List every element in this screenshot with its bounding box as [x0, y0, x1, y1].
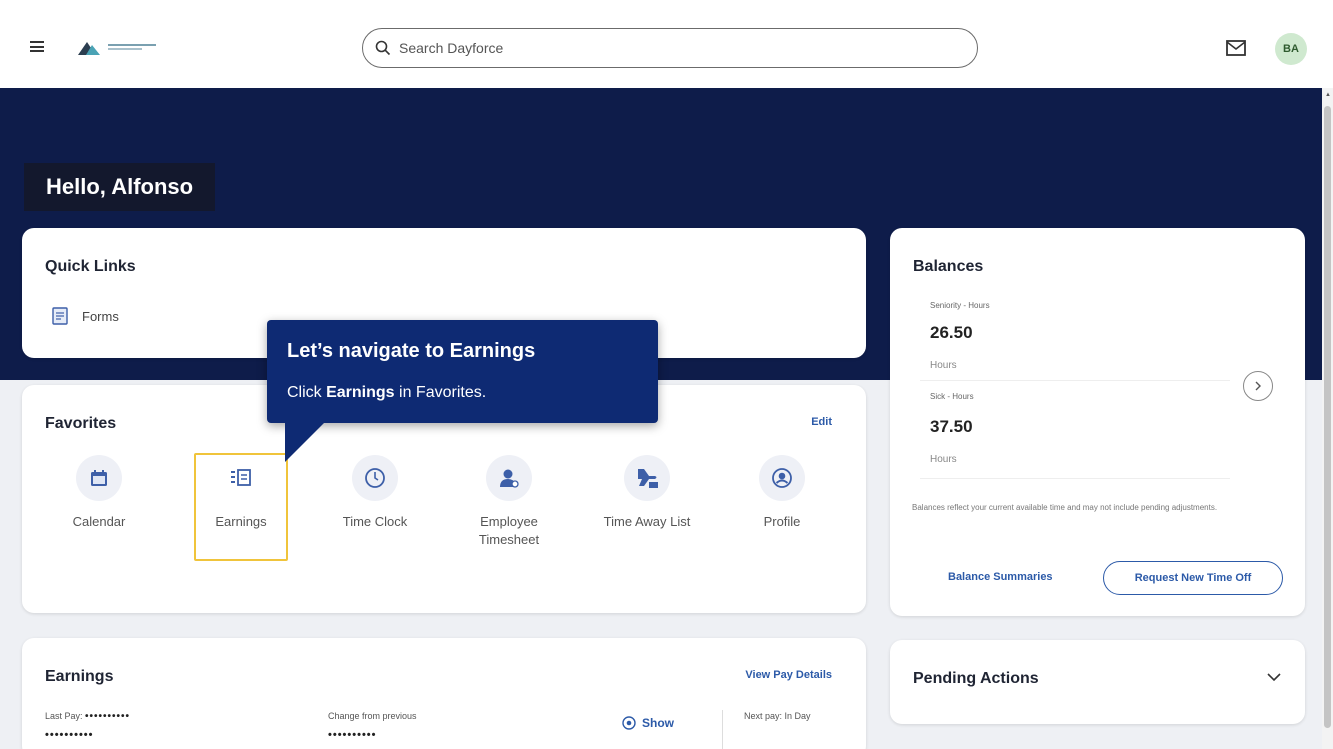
view-pay-details-link[interactable]: View Pay Details [745, 669, 832, 681]
chevron-down-icon[interactable] [1267, 672, 1281, 682]
change-from-previous-label: Change from previous [328, 711, 417, 721]
favorite-time-clock-label: Time Clock [342, 514, 408, 529]
show-earnings-button[interactable]: Show [622, 716, 674, 730]
scroll-thumb[interactable] [1324, 106, 1331, 728]
top-bar: BA [0, 0, 1333, 88]
scroll-up-icon[interactable]: ▲ [1325, 92, 1331, 98]
last-pay-amount: •••••••••• [45, 729, 94, 741]
show-earnings-label: Show [642, 716, 674, 730]
quick-links-title: Quick Links [45, 258, 136, 275]
balance-sick-value: 37.50 [930, 417, 973, 436]
last-pay-label: Last Pay: •••••••••• [45, 711, 131, 722]
favorite-time-away-list-label: Time Away List [603, 514, 691, 529]
plane-icon [638, 469, 658, 488]
hamburger-menu-icon[interactable] [30, 41, 44, 52]
next-pay-label: Next pay: In Day [744, 711, 811, 721]
mail-icon[interactable] [1226, 40, 1246, 56]
balance-seniority-value: 26.50 [930, 323, 973, 342]
search-icon [375, 40, 391, 56]
balance-sick-unit: Hours [930, 454, 957, 465]
logo-mark-icon [78, 42, 100, 55]
favorite-earnings[interactable]: Earnings [191, 455, 291, 531]
earnings-title: Earnings [45, 668, 114, 685]
form-icon [52, 307, 68, 325]
favorites-edit-link[interactable]: Edit [811, 416, 832, 428]
favorite-time-away-list[interactable]: Time Away List [597, 455, 697, 531]
quick-link-forms[interactable]: Forms [52, 307, 119, 325]
favorite-profile-label: Profile [763, 514, 801, 529]
balance-separator [920, 380, 1230, 381]
pending-actions-title: Pending Actions [913, 670, 1039, 687]
favorite-employee-timesheet[interactable]: Employee Timesheet [459, 455, 559, 549]
balances-title: Balances [913, 258, 984, 275]
user-avatar[interactable]: BA [1275, 33, 1307, 65]
favorites-title: Favorites [45, 415, 117, 432]
balances-note: Balances reflect your current available … [912, 503, 1218, 512]
greeting-title: Hello, Alfonso [24, 163, 216, 211]
earnings-icon [231, 469, 251, 486]
callout-pointer [285, 422, 325, 462]
favorite-profile[interactable]: Profile [732, 455, 832, 531]
search-input[interactable] [399, 40, 939, 56]
earnings-card: Earnings View Pay Details Last Pay: ••••… [22, 638, 866, 749]
favorite-earnings-label: Earnings [215, 514, 267, 529]
balance-seniority-unit: Hours [930, 360, 957, 371]
earnings-divider [722, 710, 723, 749]
search-bar[interactable] [362, 28, 978, 68]
balances-card: Balances Seniority - Hours 26.50 Hours S… [890, 228, 1305, 616]
walkthrough-callout: Let’s navigate to Earnings Click Earning… [267, 320, 658, 423]
pending-actions-card[interactable]: Pending Actions [890, 640, 1305, 724]
profile-icon [772, 468, 792, 488]
eye-icon [622, 716, 636, 730]
change-from-previous-amount: •••••••••• [328, 729, 377, 741]
employee-icon [500, 469, 519, 488]
callout-text: Click Earnings in Favorites. [287, 384, 487, 401]
quick-link-forms-label: Forms [82, 308, 119, 324]
calendar-icon [91, 470, 107, 486]
balances-next-button[interactable] [1243, 371, 1273, 401]
balance-sick-label: Sick - Hours [930, 392, 974, 401]
favorite-calendar[interactable]: Calendar [49, 455, 149, 531]
page-scrollbar[interactable]: ▲ [1322, 88, 1333, 749]
balance-separator [920, 478, 1230, 479]
favorite-time-clock[interactable]: Time Clock [325, 455, 425, 531]
request-new-time-off-button[interactable]: Request New Time Off [1103, 561, 1283, 595]
balance-seniority-label: Seniority - Hours [930, 301, 990, 310]
favorite-employee-timesheet-label: Employee Timesheet [478, 514, 540, 547]
callout-title: Let’s navigate to Earnings [287, 340, 536, 362]
chevron-right-icon [1255, 381, 1261, 391]
clock-icon [365, 468, 385, 488]
balance-summaries-link[interactable]: Balance Summaries [948, 571, 1053, 583]
company-logo[interactable] [78, 36, 168, 58]
favorite-calendar-label: Calendar [72, 514, 126, 529]
